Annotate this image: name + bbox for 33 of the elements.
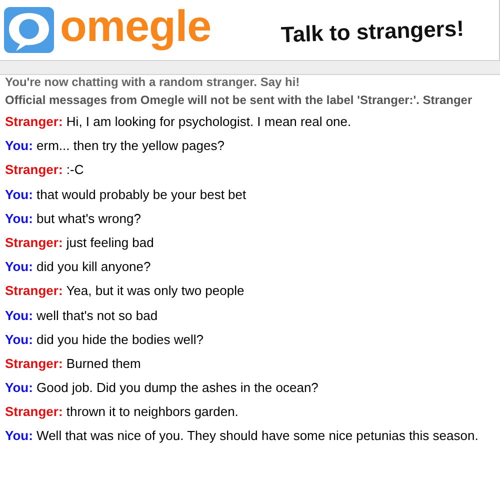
message-text: Yea, but it was only two people [66, 283, 244, 298]
system-message: You're now chatting with a random stranger. Say hi! [5, 75, 301, 90]
sender-label: You: [5, 186, 33, 202]
sender-label: You: [5, 308, 33, 322]
message-text: but what's wrong? [36, 210, 141, 226]
sender-label: Stranger: [5, 234, 63, 250]
sender-label: Stranger: [5, 283, 63, 298]
message-text: Hi, I am looking for psychologist. I mean real one. [66, 114, 352, 129]
sender-label: You: [5, 332, 33, 347]
sender-label: Stranger: [5, 162, 63, 178]
speech-bubble-icon [4, 7, 54, 53]
sender-label: Stranger: [5, 404, 63, 420]
message-text: that would probably be your best bet [36, 186, 246, 202]
sender-label: You: [5, 138, 33, 154]
message-text: :-C [66, 162, 84, 178]
message-text: well that's not so bad [36, 308, 158, 322]
message-text: Burned them [66, 356, 141, 371]
message-text: Good job. Did you dump the ashes in the ocean? [36, 380, 318, 396]
sender-label: You: [5, 210, 33, 226]
message-text: Well that was nice of you. They should have some nice petunias this season. [36, 428, 478, 444]
message-text: thrown it to neighbors garden. [66, 404, 238, 420]
message-text: erm... then try the yellow pages? [36, 138, 224, 154]
system-message: Official messages from Omegle will not be sent with the label 'Stranger:'. Stranger [5, 92, 474, 109]
sender-label: You: [5, 428, 33, 444]
tagline: Talk to strangers! [280, 16, 464, 48]
sender-label: Stranger: [5, 114, 63, 129]
message-text: did you kill anyone? [36, 259, 151, 274]
message-text: did you hide the bodies well? [36, 332, 204, 347]
logo-text: omegle [60, 2, 212, 52]
message-text: just feeling bad [66, 234, 154, 250]
sender-label: You: [5, 380, 33, 396]
sender-label: Stranger: [5, 356, 63, 371]
sender-label: You: [5, 259, 33, 274]
